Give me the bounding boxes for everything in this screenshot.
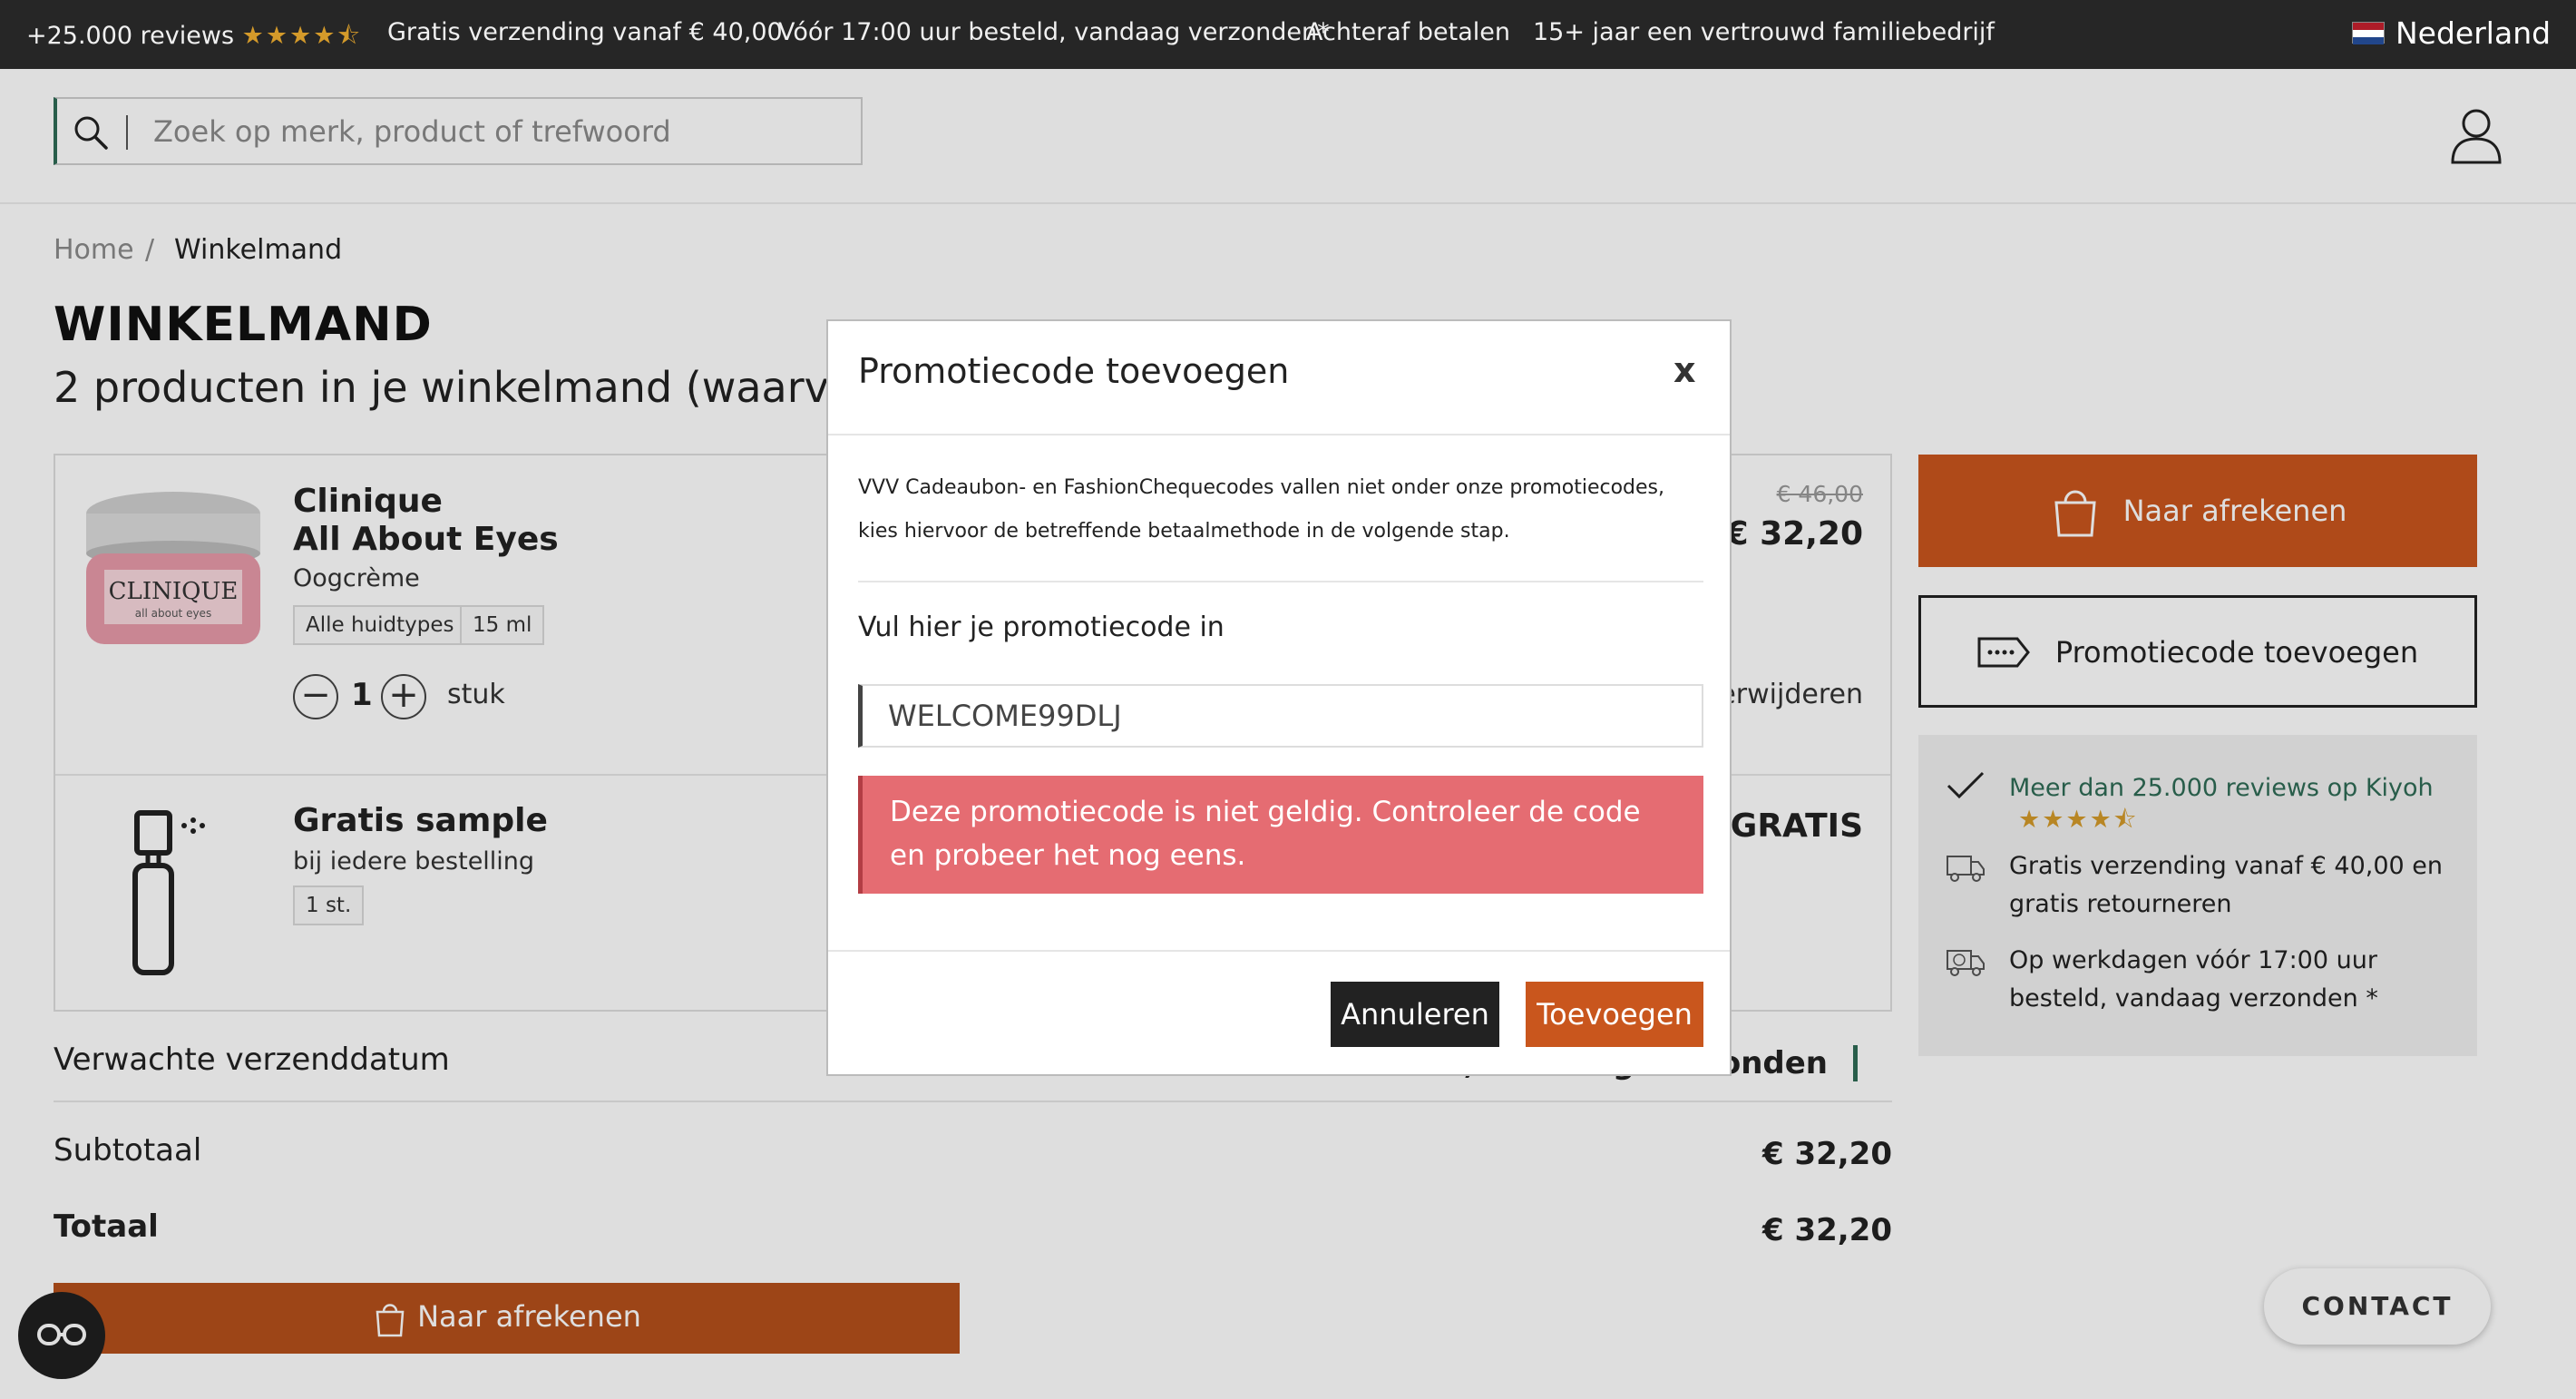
dialog-info-text: VVV Cadeaubon- en FashionChequecodes val…: [858, 476, 1665, 543]
dialog-header-divider: [828, 434, 1730, 435]
dialog-footer-divider: [828, 950, 1730, 952]
promo-code-input[interactable]: [858, 684, 1703, 748]
promo-code-dialog: Promotiecode toevoegen x VVV Cadeaubon- …: [826, 319, 1732, 1076]
usp-same-day: Vóór 17:00 uur besteld, vandaag verzonde…: [778, 18, 1330, 46]
promo-code-error: Deze promotiecode is niet geldig. Contro…: [858, 776, 1703, 894]
dialog-title: Promotiecode toevoegen: [858, 351, 1290, 391]
country-selector[interactable]: Nederland: [2395, 15, 2551, 51]
promo-code-label: Vul hier je promotiecode in: [858, 611, 1225, 643]
close-icon[interactable]: x: [1673, 350, 1696, 390]
dialog-info-divider: [858, 581, 1703, 582]
reviews-summary: +25.000 reviews ★★★★⯪: [26, 18, 362, 60]
netherlands-flag-icon[interactable]: [2352, 22, 2385, 44]
cancel-button[interactable]: Annuleren: [1331, 982, 1499, 1047]
usp-family-business: 15+ jaar een vertrouwd familiebedrijf: [1533, 18, 1995, 46]
usp-pay-later: Achteraf betalen: [1306, 18, 1510, 46]
rating-stars-icon: ★★★★⯪: [241, 22, 363, 50]
top-bar: +25.000 reviews ★★★★⯪ Gratis verzending …: [0, 0, 2576, 69]
reviews-count: +25.000 reviews: [26, 22, 235, 50]
usp-free-shipping: Gratis verzending vanaf € 40,00: [387, 18, 783, 46]
apply-promo-button[interactable]: Toevoegen: [1526, 982, 1703, 1047]
